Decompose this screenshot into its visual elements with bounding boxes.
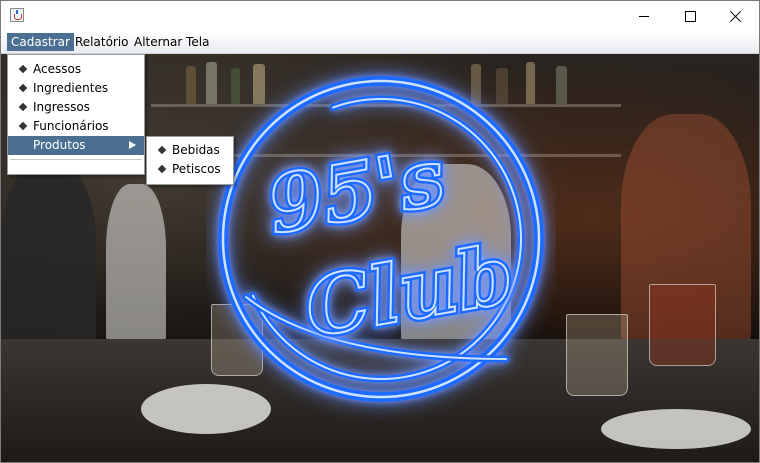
menu-item-label: Funcionários	[33, 119, 109, 133]
menu-item-petiscos[interactable]: Petiscos	[147, 160, 233, 179]
menu-item-ingressos[interactable]: Ingressos	[8, 98, 144, 117]
person-silhouette	[106, 184, 166, 344]
menu-item-label: Bebidas	[172, 143, 220, 157]
maximize-button[interactable]	[667, 1, 713, 31]
menu-item-label: Ingredientes	[33, 81, 109, 95]
glass	[566, 314, 628, 396]
person-silhouette	[1, 164, 96, 354]
bottle	[556, 66, 567, 104]
produtos-submenu: Bebidas Petiscos	[146, 136, 234, 185]
close-button[interactable]	[713, 1, 759, 31]
application-window: Cadastrar Relatório Alternar Tela 95's 9…	[0, 0, 760, 463]
menu-item-bullet-icon	[18, 102, 28, 112]
menu-separator	[10, 159, 142, 160]
cadastrar-dropdown-menu: Acessos Ingredientes Ingressos Funcionár…	[7, 54, 145, 175]
menu-item-bullet-icon	[18, 121, 28, 131]
menu-relatorio[interactable]: Relatório	[71, 33, 133, 51]
java-cup-icon[interactable]	[10, 8, 24, 22]
maximize-icon	[684, 10, 696, 22]
menu-alternar-tela[interactable]: Alternar Tela	[130, 33, 213, 51]
plate	[601, 409, 751, 449]
menu-item-funcionarios[interactable]: Funcionários	[8, 117, 144, 136]
bottle	[186, 66, 196, 104]
menu-item-bullet-icon	[18, 83, 28, 93]
logo-top-text-core: 95's	[262, 132, 451, 252]
submenu-arrow-icon	[129, 141, 136, 149]
minimize-icon	[639, 15, 649, 17]
menu-item-ingredientes[interactable]: Ingredientes	[8, 79, 144, 98]
menu-item-bullet-icon	[157, 164, 167, 174]
menu-item-bullet-icon	[157, 145, 167, 155]
menu-item-label: Petiscos	[172, 162, 221, 176]
menu-bar: Cadastrar Relatório Alternar Tela	[1, 31, 759, 54]
menu-item-produtos[interactable]: Produtos	[8, 136, 144, 155]
menu-cadastrar[interactable]: Cadastrar	[7, 33, 74, 51]
menu-item-acessos[interactable]: Acessos	[8, 60, 144, 79]
menu-item-bebidas[interactable]: Bebidas	[147, 141, 233, 160]
close-icon	[730, 10, 742, 22]
menu-item-label: Produtos	[33, 138, 86, 152]
minimize-button[interactable]	[621, 1, 667, 31]
title-bar	[1, 1, 759, 31]
menu-item-label: Acessos	[33, 62, 82, 76]
menu-item-label: Ingressos	[33, 100, 90, 114]
neon-club-logo: 95's 95's Club Club	[218, 76, 544, 402]
menu-item-bullet-icon	[18, 64, 28, 74]
glass	[649, 284, 716, 366]
